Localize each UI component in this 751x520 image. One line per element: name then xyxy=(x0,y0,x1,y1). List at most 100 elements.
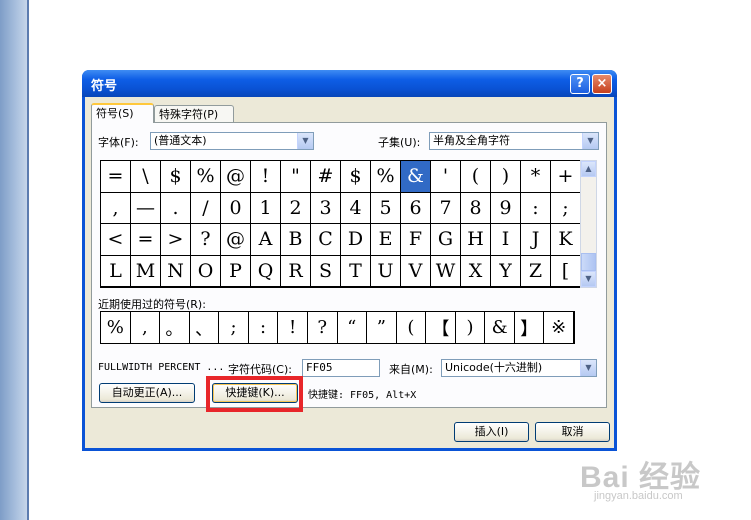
font-select[interactable]: (普通文本) ▼ xyxy=(150,132,314,150)
symbol-cell[interactable]: [ xyxy=(551,255,581,287)
symbol-cell[interactable]: B xyxy=(281,224,311,256)
recent-symbol-cell[interactable]: ” xyxy=(367,312,397,343)
symbol-cell[interactable]: N xyxy=(161,255,191,287)
symbol-cell[interactable]: P xyxy=(221,255,251,287)
recent-symbol-cell[interactable]: ) xyxy=(455,312,486,343)
symbol-cell[interactable]: + xyxy=(551,161,581,193)
chevron-down-icon[interactable]: ▼ xyxy=(580,360,596,376)
symbol-cell[interactable]: V xyxy=(401,255,431,287)
scroll-down-icon[interactable]: ▼ xyxy=(581,271,596,287)
symbol-cell[interactable]: , xyxy=(101,192,131,224)
close-button[interactable]: × xyxy=(592,74,612,94)
symbol-cell[interactable]: T xyxy=(341,255,371,287)
symbol-cell[interactable]: : xyxy=(521,192,551,224)
symbol-cell[interactable]: 7 xyxy=(431,192,461,224)
symbol-cell[interactable]: W xyxy=(431,255,461,287)
recent-symbol-cell[interactable]: : xyxy=(248,312,279,343)
recent-symbol-cell[interactable]: 【 xyxy=(426,312,456,343)
symbol-cell[interactable]: @ xyxy=(221,161,251,193)
symbol-cell[interactable]: ' xyxy=(431,161,461,193)
symbol-cell[interactable]: G xyxy=(431,224,461,256)
symbol-cell[interactable]: ; xyxy=(551,192,581,224)
symbol-cell[interactable]: U xyxy=(371,255,401,287)
symbol-cell[interactable]: Y xyxy=(491,255,521,287)
scroll-up-icon[interactable]: ▲ xyxy=(581,161,596,177)
help-button[interactable]: ? xyxy=(570,74,590,94)
symbol-cell[interactable]: K xyxy=(551,224,581,256)
chevron-down-icon[interactable]: ▼ xyxy=(582,133,598,149)
symbol-cell[interactable]: \ xyxy=(131,161,161,193)
recent-symbol-cell[interactable]: “ xyxy=(337,312,368,343)
chevron-down-icon[interactable]: ▼ xyxy=(297,133,313,149)
tab-special-chars[interactable]: 特殊字符(P) xyxy=(154,105,234,123)
tab-symbols[interactable]: 符号(S) xyxy=(91,103,154,123)
symbol-cell[interactable]: H xyxy=(461,224,491,256)
scroll-thumb[interactable] xyxy=(581,253,596,271)
symbol-cell[interactable]: Q xyxy=(251,255,281,287)
recent-symbol-cell[interactable]: , xyxy=(130,312,161,343)
recent-symbol-cell[interactable]: 。 xyxy=(160,312,190,343)
symbol-cell[interactable]: ) xyxy=(491,161,521,193)
insert-button[interactable]: 插入(I) xyxy=(454,422,529,442)
symbol-cell[interactable]: 8 xyxy=(461,192,491,224)
symbol-cell[interactable]: X xyxy=(461,255,491,287)
cancel-button[interactable]: 取消 xyxy=(535,422,610,442)
symbol-cell[interactable]: ? xyxy=(191,224,221,256)
recent-symbol-cell[interactable]: ? xyxy=(307,312,338,343)
symbol-cell[interactable]: R xyxy=(281,255,311,287)
symbol-cell[interactable]: 4 xyxy=(341,192,371,224)
symbol-cell[interactable]: C xyxy=(311,224,341,256)
symbol-cell[interactable]: = xyxy=(131,224,161,256)
symbol-cell[interactable]: Z xyxy=(521,255,551,287)
symbol-cell[interactable]: 6 xyxy=(401,192,431,224)
symbol-cell[interactable]: % xyxy=(191,161,221,193)
symbol-cell[interactable]: M xyxy=(131,255,161,287)
symbol-cell[interactable]: & xyxy=(401,161,431,193)
symbol-cell[interactable]: J xyxy=(521,224,551,256)
symbol-cell[interactable]: > xyxy=(161,224,191,256)
symbol-cell[interactable]: — xyxy=(131,192,161,224)
recent-symbol-cell[interactable]: ※ xyxy=(544,312,574,343)
symbol-scrollbar[interactable]: ▲ ▼ xyxy=(580,160,597,288)
symbol-cell[interactable]: D xyxy=(341,224,371,256)
symbol-cell[interactable]: A xyxy=(251,224,281,256)
symbol-cell[interactable]: 2 xyxy=(281,192,311,224)
symbol-cell[interactable]: " xyxy=(281,161,311,193)
recent-symbol-cell[interactable]: 】 xyxy=(514,312,545,343)
symbol-cell[interactable]: 9 xyxy=(491,192,521,224)
symbol-cell[interactable]: 0 xyxy=(221,192,251,224)
symbol-cell[interactable]: F xyxy=(401,224,431,256)
symbol-cell[interactable]: 3 xyxy=(311,192,341,224)
symbol-cell[interactable]: ! xyxy=(251,161,281,193)
recent-symbol-cell[interactable]: ( xyxy=(396,312,427,343)
symbol-cell[interactable]: I xyxy=(491,224,521,256)
symbol-cell[interactable]: @ xyxy=(221,224,251,256)
symbol-cell[interactable]: = xyxy=(101,161,131,193)
symbol-cell[interactable]: / xyxy=(191,192,221,224)
symbol-cell[interactable]: O xyxy=(191,255,221,287)
recent-symbol-cell[interactable]: ; xyxy=(219,312,249,343)
subset-select[interactable]: 半角及全角字符 ▼ xyxy=(429,132,599,150)
recent-symbol-cell[interactable]: ! xyxy=(278,312,308,343)
symbol-cell[interactable]: S xyxy=(311,255,341,287)
symbol-cell[interactable]: # xyxy=(311,161,341,193)
symbol-cell[interactable]: 1 xyxy=(251,192,281,224)
title-bar[interactable]: 符号 ? × xyxy=(82,70,617,97)
symbol-cell[interactable]: * xyxy=(521,161,551,193)
symbol-cell[interactable]: ( xyxy=(461,161,491,193)
recent-symbol-cell[interactable]: & xyxy=(485,312,515,343)
symbol-cell[interactable]: L xyxy=(101,255,131,287)
symbol-cell[interactable]: % xyxy=(371,161,401,193)
recent-symbol-cell[interactable]: 、 xyxy=(189,312,220,343)
symbol-cell[interactable]: E xyxy=(371,224,401,256)
symbol-cell[interactable]: $ xyxy=(341,161,371,193)
char-code-input[interactable]: FF05 xyxy=(302,359,380,377)
autocorrect-button[interactable]: 自动更正(A)... xyxy=(99,383,195,403)
from-select[interactable]: Unicode(十六进制) ▼ xyxy=(441,359,597,377)
recent-symbol-cell[interactable]: % xyxy=(101,312,131,343)
font-select-value: (普通文本) xyxy=(154,134,207,147)
symbol-cell[interactable]: 5 xyxy=(371,192,401,224)
symbol-cell[interactable]: . xyxy=(161,192,191,224)
symbol-cell[interactable]: < xyxy=(101,224,131,256)
symbol-cell[interactable]: $ xyxy=(161,161,191,193)
